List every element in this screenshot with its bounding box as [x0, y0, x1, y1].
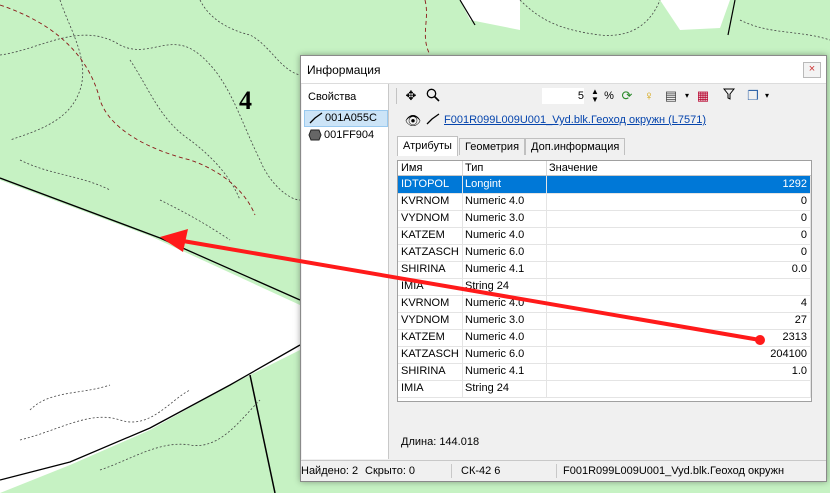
cell-name: KATZASCH — [398, 244, 463, 261]
polyline-icon — [424, 113, 442, 129]
table-row[interactable]: IMIA String 24 — [398, 278, 811, 296]
polyline-icon — [309, 112, 323, 124]
table-row[interactable]: SHIRINA Numeric 4.1 1.0 — [398, 363, 811, 381]
move-icon[interactable]: ✥ — [402, 88, 420, 104]
cell-value: 1.0 — [546, 363, 811, 380]
cell-value: 2313 — [546, 329, 811, 346]
filter-icon[interactable] — [720, 88, 738, 104]
cell-value: 4 — [546, 295, 811, 312]
chevron-down-icon[interactable]: ▾ — [758, 88, 776, 104]
status-bar: Найдено: 2 Скрыто: 0 СК-42 6 F001R099L00… — [301, 460, 826, 481]
cell-type: Numeric 6.0 — [462, 346, 547, 363]
status-object-name: F001R099L009U001_Vyd.blk.Геоход окружн — [563, 465, 785, 477]
cell-type: Numeric 4.1 — [462, 363, 547, 380]
zoom-icon[interactable] — [424, 88, 442, 104]
table-row[interactable]: KATZEM Numeric 4.0 0 — [398, 227, 811, 245]
cell-value: 0 — [546, 244, 811, 261]
cell-type: Numeric 4.0 — [462, 295, 547, 312]
column-header-type[interactable]: Тип — [462, 161, 547, 175]
status-divider — [556, 464, 557, 478]
zoom-value-field[interactable]: 5 — [542, 88, 584, 104]
object-label: 001A055C — [325, 112, 377, 124]
close-button[interactable]: × — [803, 62, 821, 78]
cell-name: SHIRINA — [398, 261, 463, 278]
eye-icon[interactable]: 👁 — [404, 113, 422, 129]
cell-name: IMIA — [398, 278, 463, 295]
refresh-icon[interactable]: ⟳ — [618, 88, 636, 104]
status-divider — [451, 464, 452, 478]
cell-type: Numeric 4.1 — [462, 261, 547, 278]
cell-type: String 24 — [462, 278, 547, 295]
cell-type: Numeric 4.0 — [462, 329, 547, 346]
polygon-icon — [308, 129, 322, 141]
cell-type: Numeric 3.0 — [462, 210, 547, 227]
table-row[interactable]: KATZASCH Numeric 6.0 204100 — [398, 346, 811, 364]
table-header: Имя Тип Значение — [398, 161, 811, 176]
crs-label: СК-42 6 — [461, 465, 501, 477]
tab-geometry[interactable]: Геометрия — [459, 138, 526, 155]
cell-value — [546, 380, 811, 397]
title-bar[interactable]: Информация × — [301, 56, 826, 84]
cell-type: Longint — [462, 176, 547, 193]
cell-name: KATZEM — [398, 227, 463, 244]
cell-name: KVRNOM — [398, 193, 463, 210]
column-header-value[interactable]: Значение — [546, 161, 810, 175]
cell-name: IDTOPOL — [398, 176, 463, 193]
cell-value: 27 — [546, 312, 811, 329]
toolbar: ✥ 5 ▲ ▼ % ⟳ ♀ ▤ ▾ ▦ ❐ ▾ — [394, 85, 822, 107]
found-count: Найдено: 2 — [301, 465, 359, 477]
lightbulb-icon[interactable]: ♀ — [640, 88, 658, 104]
cell-name: KATZEM — [398, 329, 463, 346]
cell-type: Numeric 4.0 — [462, 227, 547, 244]
tab-attributes[interactable]: Атрибуты — [397, 136, 458, 156]
object-name-link[interactable]: F001R099L009U001_Vyd.blk.Геоход окружн (… — [444, 114, 706, 126]
cell-name: KVRNOM — [398, 295, 463, 312]
percent-label: % — [604, 90, 614, 102]
object-item[interactable]: 001FF904 — [304, 128, 386, 143]
cell-value: 1292 — [546, 176, 811, 193]
cell-name: VYDNOM — [398, 312, 463, 329]
table-row[interactable]: KVRNOM Numeric 4.0 4 — [398, 295, 811, 313]
table-row[interactable]: SHIRINA Numeric 4.1 0.0 — [398, 261, 811, 279]
table-row[interactable]: KATZASCH Numeric 6.0 0 — [398, 244, 811, 262]
cell-value — [546, 278, 811, 295]
cell-type: String 24 — [462, 380, 547, 397]
column-header-name[interactable]: Имя — [398, 161, 463, 175]
report-icon[interactable]: ▦ — [694, 88, 712, 104]
cell-name: VYDNOM — [398, 210, 463, 227]
tab-extra-info[interactable]: Доп.информация — [525, 138, 626, 155]
info-window: Информация × Свойства 001A055C 001FF904 … — [300, 55, 827, 482]
cell-value: 0 — [546, 210, 811, 227]
cell-name: IMIA — [398, 380, 463, 397]
object-line: 👁 F001R099L009U001_Vyd.blk.Геоход окружн… — [394, 111, 822, 131]
tab-bar: Атрибуты Геометрия Доп.информация — [394, 136, 822, 156]
table-row[interactable]: KVRNOM Numeric 4.0 0 — [398, 193, 811, 211]
table-row[interactable]: IDTOPOL Longint 1292 — [398, 176, 811, 194]
separator — [396, 88, 397, 104]
table-row[interactable]: VYDNOM Numeric 3.0 27 — [398, 312, 811, 330]
length-readout: Длина: 144.018 — [401, 436, 480, 448]
cell-name: SHIRINA — [398, 363, 463, 380]
window-title: Информация — [307, 63, 381, 77]
cell-type: Numeric 4.0 — [462, 193, 547, 210]
properties-header: Свойства — [308, 91, 357, 103]
cell-value: 0.0 — [546, 261, 811, 278]
map-block-number: 4 — [239, 86, 252, 115]
cell-value: 0 — [546, 227, 811, 244]
properties-panel: Свойства 001A055C 001FF904 — [302, 84, 389, 459]
table-row[interactable]: IMIA String 24 — [398, 380, 811, 398]
attribute-table: Имя Тип Значение IDTOPOL Longint 1292 KVRNO… — [397, 160, 812, 402]
object-label: 001FF904 — [324, 129, 375, 141]
hidden-count: Скрыто: 0 — [365, 465, 416, 477]
table-row[interactable]: KATZEM Numeric 4.0 2313 — [398, 329, 811, 347]
cell-name: KATZASCH — [398, 346, 463, 363]
cell-value: 204100 — [546, 346, 811, 363]
table-row[interactable]: VYDNOM Numeric 3.0 0 — [398, 210, 811, 228]
cell-type: Numeric 3.0 — [462, 312, 547, 329]
cell-value: 0 — [546, 193, 811, 210]
cell-type: Numeric 6.0 — [462, 244, 547, 261]
object-item[interactable]: 001A055C — [304, 110, 388, 127]
